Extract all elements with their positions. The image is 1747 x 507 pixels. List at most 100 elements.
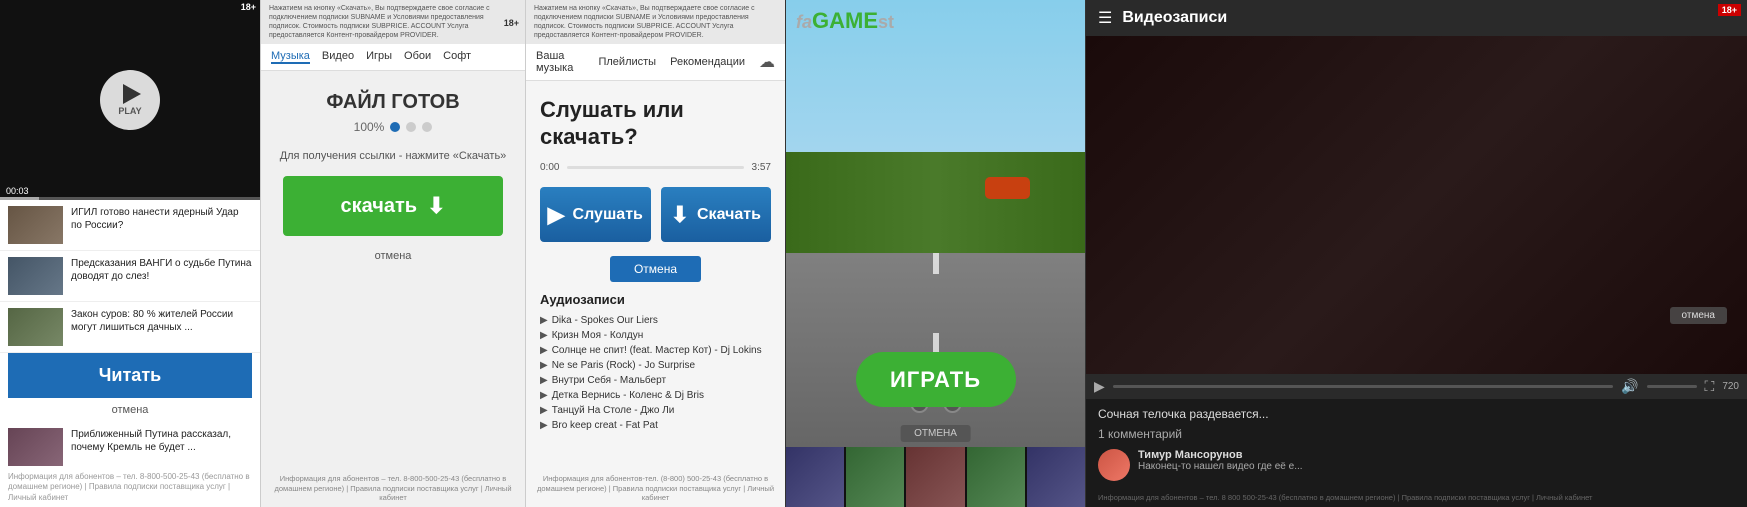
time-total: 3:57 (752, 162, 771, 173)
cancel-overlay-button[interactable]: отмена (1670, 307, 1727, 324)
play-icon: ▶ (540, 360, 548, 371)
thumb-item[interactable] (786, 447, 844, 507)
panel5-footer: Информация для абонентов – тел. 8 800 50… (1086, 489, 1747, 507)
nav-your-music[interactable]: Ваша музыка (536, 50, 584, 74)
play-icon: ▶ (540, 315, 548, 326)
video-progress-bar[interactable] (0, 197, 260, 200)
audio-track: Внутри Себя - Мальберт (552, 375, 666, 386)
landscape (786, 152, 1085, 253)
listen-or-download-title: Слушать или скачать? (540, 97, 771, 150)
thumb-item[interactable] (906, 447, 964, 507)
play-label: PLAY (118, 106, 141, 116)
thumbnail-strip (786, 447, 1085, 507)
video-progress-fill (0, 197, 39, 200)
news-text: Закон суров: 80 % жителей России могут л… (71, 308, 252, 334)
play-icon: ▶ (540, 330, 548, 341)
play-icon: ▶ (540, 390, 548, 401)
time-current: 0:00 (540, 162, 559, 173)
audio-list-title: Аудиозаписи (540, 292, 771, 307)
game-background: ИГРАТЬ ОТМЕНА (786, 0, 1085, 507)
cancel-button[interactable]: отмена (0, 398, 260, 422)
progress-bar[interactable] (567, 166, 743, 169)
play-button[interactable]: PLAY (100, 70, 160, 130)
play-icon: ▶ (540, 405, 548, 416)
nav-games[interactable]: Игры (366, 50, 392, 64)
audio-track: Солнце не спит! (feat. Мастер Кот) - Dj … (552, 345, 762, 356)
file-ready-title: ФАЙЛ ГОТОВ (326, 91, 459, 114)
thumb-item[interactable] (967, 447, 1025, 507)
video-controls: ▶ 🔊 ⛶ 720 (1086, 374, 1747, 399)
volume-icon[interactable]: 🔊 (1621, 378, 1638, 395)
audio-item[interactable]: ▶ Внутри Себя - Мальберт (540, 373, 771, 388)
news-thumbnail (8, 206, 63, 244)
menu-icon[interactable]: ☰ (1098, 8, 1112, 28)
download-icon: ⬇ (671, 202, 689, 228)
cancel-button[interactable]: Отмена (610, 256, 701, 282)
news-text: ИГИЛ готово нанести ядерный Удар по Росс… (71, 206, 252, 232)
audio-track: Танцуй На Столе - Джо Ли (552, 405, 675, 416)
audio-track: Кризн Моя - Колдун (552, 330, 644, 341)
news-item[interactable]: ИГИЛ готово нанести ядерный Удар по Росс… (0, 200, 260, 251)
nav-recommendations[interactable]: Рекомендации (670, 56, 745, 68)
news-thumbnail (8, 308, 63, 346)
listen-button[interactable]: ▶ Слушать (540, 187, 651, 242)
audio-item[interactable]: ▶Bro keep creat - Fat Pat (540, 418, 771, 433)
progress-bar[interactable] (1113, 385, 1613, 388)
progress-dot-1 (390, 122, 400, 132)
audio-item[interactable]: ▶ Детка Вернись - Коленс & Dj Bris (540, 388, 771, 403)
comment-item: Тимур Мансорунов Наконец-то нашел видео … (1098, 449, 1735, 481)
volume-bar[interactable] (1647, 385, 1697, 388)
game-logo: faGAMEst (796, 8, 894, 34)
nav-soft[interactable]: Софт (443, 50, 471, 64)
download-button[interactable]: ⬇ Скачать (661, 187, 772, 242)
file-progress: 100% (354, 120, 433, 134)
news-item[interactable]: Предсказания ВАНГИ о судьбе Путина довод… (0, 251, 260, 302)
comment-avatar (1098, 449, 1130, 481)
read-button[interactable]: Читать (8, 353, 252, 398)
logo-st: st (878, 12, 894, 32)
audio-item[interactable]: ▶ Ne se Paris (Rock) - Jo Surprise (540, 358, 771, 373)
panel1-news-video: PLAY 18+ 00:03 ИГИЛ готово нанести ядерн… (0, 0, 260, 507)
nav-music[interactable]: Музыка (271, 50, 310, 64)
nav-video[interactable]: Видео (322, 50, 354, 64)
panel4-game: faGAMEst ИГРАТЬ ОТМЕНА (785, 0, 1085, 507)
video-area: PLAY отмена (1086, 36, 1747, 374)
download-button[interactable]: скачать ⬇ (283, 176, 503, 236)
news-thumbnail (8, 257, 63, 295)
panel2-toptext: Нажатием на кнопку «Скачать», Вы подтвер… (261, 0, 525, 44)
audio-track: Bro keep creat - Fat Pat (552, 420, 658, 431)
play-control-icon[interactable]: ▶ (1094, 378, 1105, 395)
audio-track: Детка Вернись - Коленс & Dj Bris (552, 390, 704, 401)
comment-content: Тимур Мансорунов Наконец-то нашел видео … (1138, 449, 1303, 472)
age-badge: 18+ (1718, 4, 1741, 16)
car-shape (985, 177, 1030, 199)
nav-wallpaper[interactable]: Обои (404, 50, 431, 64)
play-icon: ▶ (540, 345, 548, 356)
audio-list: ▶Dika - Spokes Our Liers ▶ Кризн Моя - Ко… (540, 313, 771, 433)
cancel-button[interactable]: ОТМЕНА (900, 425, 971, 442)
comment-text: Наконец-то нашел видео где её е... (1138, 461, 1303, 472)
play-icon: ▶ (540, 375, 548, 386)
quality-label: 720 (1722, 381, 1739, 392)
news-item[interactable]: Приближенный Путина рассказал, почему Кр… (0, 422, 260, 468)
video-title: Сочная телочка раздевается... (1098, 407, 1735, 421)
audio-track: Ne se Paris (Rock) - Jo Surprise (552, 360, 695, 371)
video-info: Сочная телочка раздевается... 1 коммента… (1086, 399, 1747, 489)
nav-playlists[interactable]: Плейлисты (598, 56, 656, 68)
cancel-button[interactable]: отмена (375, 250, 412, 262)
audio-item[interactable]: ▶Dika - Spokes Our Liers (540, 313, 771, 328)
thumb-item[interactable] (846, 447, 904, 507)
news-item[interactable]: Закон суров: 80 % жителей России могут л… (0, 302, 260, 353)
comment-author: Тимур Мансорунов (1138, 449, 1303, 461)
video-time: 00:03 (6, 186, 29, 196)
age-badge: 18+ (241, 2, 256, 12)
panel3-action-buttons: ▶ Слушать ⬇ Скачать (540, 187, 771, 242)
audio-item[interactable]: ▶ Танцуй На Столе - Джо Ли (540, 403, 771, 418)
play-game-button[interactable]: ИГРАТЬ (856, 352, 1016, 407)
audio-item[interactable]: ▶ Кризн Моя - Колдун (540, 328, 771, 343)
cloud-icon[interactable]: ☁ (759, 52, 775, 72)
audio-item[interactable]: ▶ Солнце не спит! (feat. Мастер Кот) - Dj… (540, 343, 771, 358)
fullscreen-icon[interactable]: ⛶ (1705, 378, 1715, 395)
panel3-footer: Информация для абонентов-тел. (8-800) 50… (526, 470, 785, 507)
thumb-item[interactable] (1027, 447, 1085, 507)
